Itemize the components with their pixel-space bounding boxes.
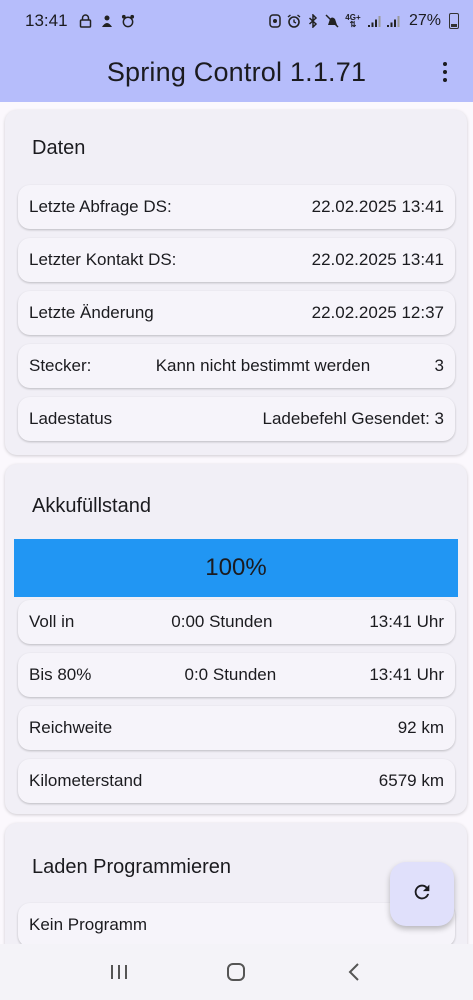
row-label: Reichweite (29, 718, 113, 737)
lock-icon (79, 14, 93, 28)
daten-row-letzter-kontakt: Letzter Kontakt DS: 22.02.2025 13:41 (18, 238, 455, 282)
data-arrows-icon: ⇅ (349, 20, 357, 29)
row-middle: Kann nicht bestimmt werden (155, 356, 371, 375)
system-nav-bar (0, 944, 473, 1000)
back-icon[interactable] (334, 952, 374, 992)
row-label: Letzte Abfrage DS: (29, 197, 172, 216)
daten-row-stecker: Stecker: Kann nicht bestimmt werden 3 (18, 344, 455, 388)
daten-row-ladestatus: Ladestatus Ladebefehl Gesendet: 3 (18, 397, 455, 441)
akku-row-bis-80: Bis 80% 0:0 Stunden 13:41 Uhr (18, 653, 455, 697)
row-label: Kein Programm (29, 915, 148, 934)
akku-card: Akkufüllstand 100% Voll in 0:00 Stunden … (5, 464, 467, 814)
daten-row-letzte-abfrage: Letzte Abfrage DS: 22.02.2025 13:41 (18, 185, 455, 229)
status-time: 13:41 (25, 11, 68, 30)
recent-apps-icon[interactable] (99, 952, 139, 992)
laden-title: Laden Programmieren (32, 856, 231, 878)
row-value: 22.02.2025 12:37 (311, 303, 444, 322)
row-label: Ladestatus (29, 409, 113, 428)
row-value: 22.02.2025 13:41 (311, 197, 444, 216)
row-value: 92 km (397, 718, 444, 737)
row-label: Letzter Kontakt DS: (29, 250, 177, 269)
mute-icon (325, 14, 339, 28)
daten-title: Daten (32, 137, 86, 159)
row-value: Ladebefehl Gesendet: 3 (262, 409, 444, 428)
home-icon[interactable] (216, 952, 256, 992)
alarm-app-icon (121, 14, 135, 28)
bluetooth-icon (306, 14, 320, 28)
akku-title: Akkufüllstand (32, 495, 151, 517)
row-label: Bis 80% (29, 665, 92, 684)
notification-app-icon (100, 14, 114, 28)
row-label: Letzte Änderung (29, 303, 154, 322)
akku-row-reichweite: Reichweite 92 km (18, 706, 455, 750)
signal-icon-2 (386, 14, 400, 28)
app-title: Spring Control 1.1.71 (106, 56, 367, 87)
row-label: Kilometerstand (29, 771, 143, 790)
main-content[interactable]: Daten Letzte Abfrage DS: 22.02.2025 13:4… (0, 102, 473, 944)
battery-percentage: 27% (408, 12, 441, 29)
battery-level-text: 100% (205, 554, 267, 581)
row-label: Voll in (29, 612, 75, 631)
row-middle: 0:0 Stunden (184, 665, 277, 684)
row-value: 3 (434, 356, 444, 375)
row-value: 13:41 Uhr (369, 665, 444, 684)
akku-row-voll-in: Voll in 0:00 Stunden 13:41 Uhr (18, 600, 455, 644)
more-vert-icon[interactable] (435, 58, 455, 86)
row-value: 13:41 Uhr (369, 612, 444, 631)
app-bar: Spring Control 1.1.71 (0, 42, 473, 102)
row-label: Stecker: (29, 356, 92, 375)
row-value: 6579 km (378, 771, 444, 790)
row-value: 22.02.2025 13:41 (311, 250, 444, 269)
alarm-clock-icon (287, 14, 301, 28)
vpn-icon (268, 14, 282, 28)
refresh-icon (411, 881, 433, 908)
row-middle: 0:00 Stunden (171, 612, 273, 631)
network-type-icon: 4G+ ⇅ (344, 14, 362, 29)
battery-icon (449, 13, 459, 29)
status-bar: 13:41 4G+ ⇅ 27% (0, 0, 473, 42)
battery-level-bar: 100% (14, 539, 458, 597)
daten-card: Daten Letzte Abfrage DS: 22.02.2025 13:4… (5, 110, 467, 455)
akku-row-kilometerstand: Kilometerstand 6579 km (18, 759, 455, 803)
refresh-button[interactable] (390, 862, 454, 926)
signal-icon-1 (367, 14, 381, 28)
daten-row-letzte-aenderung: Letzte Änderung 22.02.2025 12:37 (18, 291, 455, 335)
